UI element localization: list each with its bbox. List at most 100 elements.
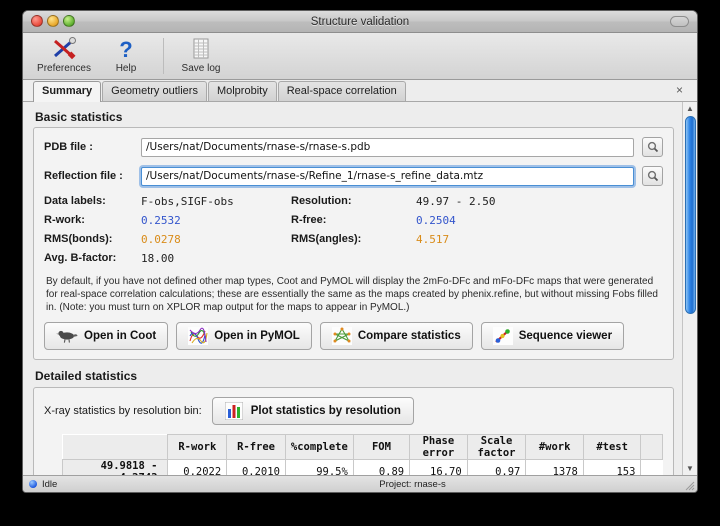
vertical-scrollbar[interactable]: ▲ ▼ (682, 102, 697, 475)
cell-pad (641, 460, 663, 476)
label-r-work: R-work: (44, 214, 141, 227)
tab-bar: Summary Geometry outliers Molprobity Rea… (23, 80, 697, 102)
map-types-note: By default, if you have not defined othe… (46, 275, 661, 314)
toolbar-toggle-button[interactable] (670, 16, 689, 27)
window-titlebar: Structure validation (23, 11, 697, 33)
sequence-viewer-icon (493, 327, 513, 345)
toolbar-button-preferences[interactable]: Preferences (33, 36, 95, 74)
content-area: Basic statistics PDB file : /Users/nat/D… (23, 102, 697, 475)
resolution-bin-table: R-work R-free %complete FOM Phase error … (62, 434, 663, 475)
label-avg-b-factor: Avg. B-factor: (44, 252, 141, 265)
reflection-file-input[interactable]: /Users/nat/Documents/rnase-s/Refine_1/rn… (141, 167, 634, 186)
open-in-pymol-button[interactable]: Open in PyMOL (176, 322, 312, 350)
table-pad-cell (641, 435, 663, 460)
resize-grip-icon[interactable] (683, 479, 695, 491)
cell-n-test: 153 (583, 460, 641, 476)
tab-summary[interactable]: Summary (33, 81, 101, 102)
open-in-coot-button[interactable]: Open in Coot (44, 322, 168, 350)
reflection-file-label: Reflection file : (44, 170, 141, 182)
col-fom: FOM (353, 435, 409, 460)
tab-real-space-correlation[interactable]: Real-space correlation (278, 81, 406, 101)
label-rms-angles: RMS(angles): (291, 233, 416, 246)
action-buttons: Open in Coot (44, 322, 663, 350)
col-r-work: R-work (168, 435, 227, 460)
cell-fom: 0.89 (353, 460, 409, 476)
toolbar-label-help: Help (116, 63, 137, 74)
tab-geometry-outliers[interactable]: Geometry outliers (102, 81, 207, 101)
scroll-down-icon[interactable]: ▼ (686, 464, 694, 473)
summary-panel: Basic statistics PDB file : /Users/nat/D… (23, 102, 682, 475)
plot-statistics-label: X-ray statistics by resolution bin: (44, 405, 202, 417)
coot-bird-icon (56, 328, 78, 344)
plot-statistics-row: X-ray statistics by resolution bin: Plot… (44, 397, 663, 425)
project-label: Project: rnase-s (128, 479, 697, 490)
status-text: Idle (42, 479, 57, 490)
label-r-free: R-free: (291, 214, 416, 227)
cell-complete: 99.5% (285, 460, 353, 476)
svg-text:?: ? (119, 37, 132, 61)
cell-phase-error: 16.70 (410, 460, 468, 476)
value-rms-angles: 4.517 (416, 233, 663, 246)
open-in-pymol-label: Open in PyMOL (214, 330, 300, 342)
close-button[interactable] (31, 15, 43, 27)
table-body: 49.9818 - 4.2743 0.2022 0.2010 99.5% 0.8… (63, 460, 663, 476)
structure-validation-window: Structure validation Preferences ? Help (22, 10, 698, 493)
compare-statistics-label: Compare statistics (358, 330, 461, 342)
sequence-viewer-button[interactable]: Sequence viewer (481, 322, 624, 350)
cell-n-work: 1378 (526, 460, 584, 476)
plot-statistics-button-label: Plot statistics by resolution (251, 405, 401, 417)
value-rms-bonds: 0.0278 (141, 233, 291, 246)
toolbar-button-help[interactable]: ? Help (95, 36, 157, 74)
reflection-browse-button[interactable] (642, 166, 663, 186)
compare-statistics-button[interactable]: Compare statistics (320, 322, 473, 350)
minimize-button[interactable] (47, 15, 59, 27)
label-rms-bonds: RMS(bonds): (44, 233, 141, 246)
value-r-work: 0.2532 (141, 214, 291, 227)
value-resolution: 49.97 - 2.50 (416, 195, 663, 208)
col-complete: %complete (285, 435, 353, 460)
pymol-molecule-icon (188, 327, 208, 345)
col-n-work: #work (526, 435, 584, 460)
cell-r-work: 0.2022 (168, 460, 227, 476)
sequence-viewer-label: Sequence viewer (519, 330, 612, 342)
reflection-file-row: Reflection file : /Users/nat/Documents/r… (44, 166, 663, 186)
cell-r-free: 0.2010 (227, 460, 286, 476)
tab-molprobity[interactable]: Molprobity (208, 81, 277, 101)
table-row[interactable]: 49.9818 - 4.2743 0.2022 0.2010 99.5% 0.8… (63, 460, 663, 476)
save-log-grid-icon (191, 36, 211, 62)
toolbar-separator (163, 38, 164, 74)
compare-star-plot-icon (332, 327, 352, 345)
scrollbar-thumb[interactable] (685, 116, 696, 314)
toolbar-button-save-log[interactable]: Save log (170, 36, 232, 74)
magnifier-icon (647, 141, 659, 153)
label-resolution: Resolution: (291, 195, 416, 208)
col-phase-error: Phase error (410, 435, 468, 460)
cell-bin: 49.9818 - 4.2743 (63, 460, 168, 476)
label-data-labels: Data labels: (44, 195, 141, 208)
magnifier-icon (647, 170, 659, 182)
basic-statistics-heading: Basic statistics (35, 110, 674, 124)
pdb-file-input[interactable]: /Users/nat/Documents/rnase-s/rnase-s.pdb (141, 138, 634, 157)
cell-scale-factor: 0.97 (467, 460, 526, 476)
traffic-lights (31, 15, 75, 27)
pdb-file-label: PDB file : (44, 141, 141, 153)
scroll-up-icon[interactable]: ▲ (686, 104, 694, 113)
col-n-test: #test (583, 435, 641, 460)
toolbar-label-preferences: Preferences (37, 63, 91, 74)
main-toolbar: Preferences ? Help (23, 33, 697, 80)
detailed-statistics-panel: X-ray statistics by resolution bin: Plot… (33, 387, 674, 475)
toolbar-label-save-log: Save log (182, 63, 221, 74)
pdb-browse-button[interactable] (642, 137, 663, 157)
pdb-file-row: PDB file : /Users/nat/Documents/rnase-s/… (44, 137, 663, 157)
value-avg-b-factor: 18.00 (141, 252, 291, 265)
open-in-coot-label: Open in Coot (84, 330, 156, 342)
value-r-free: 0.2504 (416, 214, 663, 227)
detailed-statistics-heading: Detailed statistics (35, 369, 674, 383)
close-tab-icon[interactable]: × (676, 84, 683, 96)
status-bar: Idle Project: rnase-s (23, 475, 697, 492)
zoom-button[interactable] (63, 15, 75, 27)
basic-statistics-panel: PDB file : /Users/nat/Documents/rnase-s/… (33, 127, 674, 360)
col-scale-factor: Scale factor (467, 435, 526, 460)
table-corner-cell (63, 435, 168, 460)
plot-statistics-button[interactable]: Plot statistics by resolution (212, 397, 414, 425)
